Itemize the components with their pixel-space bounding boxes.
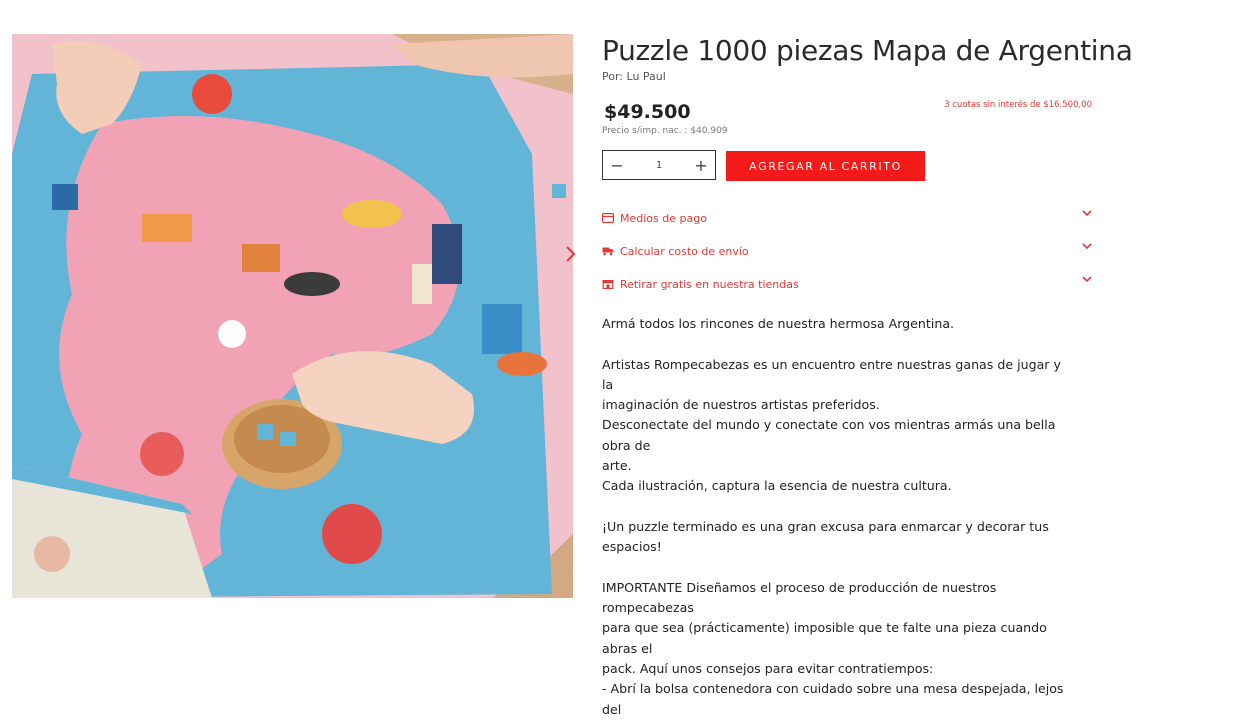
accordion-label: Retirar gratis en nuestra tiendas [620, 277, 799, 291]
description-line: Cada ilustración, captura la esencia de … [602, 478, 952, 494]
description-line: Armá todos los rincones de nuestra hermo… [602, 316, 955, 331]
product-title: Puzzle 1000 piezas Mapa de Argentina [602, 34, 1133, 67]
accordion-label: Medios de pago [620, 211, 707, 225]
accordion-label: Calcular costo de envío [620, 244, 749, 258]
description-line: arte. [602, 458, 632, 474]
description-line: para que sea (prácticamente) imposible q… [602, 620, 1047, 656]
credit-card-icon [602, 213, 614, 223]
product-image[interactable] [12, 34, 573, 598]
store-icon [602, 280, 614, 289]
quantity-increase-button[interactable]: + [687, 151, 715, 179]
quantity-stepper: − + [602, 150, 716, 180]
gallery-next-button[interactable] [560, 240, 582, 268]
description-line: pack. Aquí unos consejos para evitar con… [602, 661, 934, 677]
product-description: Armá todos los rincones de nuestra hermo… [602, 314, 1072, 720]
puzzle-photo [12, 34, 573, 598]
description-line: - Abrí la bolsa contenedora con cuidado … [602, 681, 1064, 717]
add-to-cart-button[interactable]: AGREGAR AL CARRITO [726, 151, 925, 181]
product-price: $49.500 [604, 101, 691, 123]
product-byline: Por: Lu Paul [602, 70, 666, 83]
chevron-down-icon [1082, 243, 1092, 250]
description-line: imaginación de nuestros artistas preferi… [602, 397, 880, 413]
price-without-taxes: Precio s/imp. nac. : $40.909 [602, 126, 728, 136]
chevron-down-icon [1082, 276, 1092, 283]
description-line: Desconectate del mundo y conectate con v… [602, 417, 1056, 453]
accordion-shipping-cost[interactable]: Calcular costo de envío [602, 242, 1092, 260]
accordion-store-pickup[interactable]: Retirar gratis en nuestra tiendas [602, 275, 1092, 293]
quantity-input[interactable] [637, 158, 681, 172]
description-line: ¡Un puzzle terminado es una gran excusa … [602, 518, 1049, 555]
quantity-decrease-button[interactable]: − [603, 151, 631, 179]
truck-icon [602, 247, 614, 256]
chevron-right-icon [566, 246, 576, 262]
chevron-down-icon [1082, 210, 1092, 217]
accordion-payment-methods[interactable]: Medios de pago [602, 209, 1092, 227]
description-line: IMPORTANTE Diseñamos el proceso de produ… [602, 579, 997, 616]
description-line: Artistas Rompecabezas es un encuentro en… [602, 356, 1061, 392]
installments-info: 3 cuotas sin interés de $16.500,00 [944, 100, 1092, 110]
